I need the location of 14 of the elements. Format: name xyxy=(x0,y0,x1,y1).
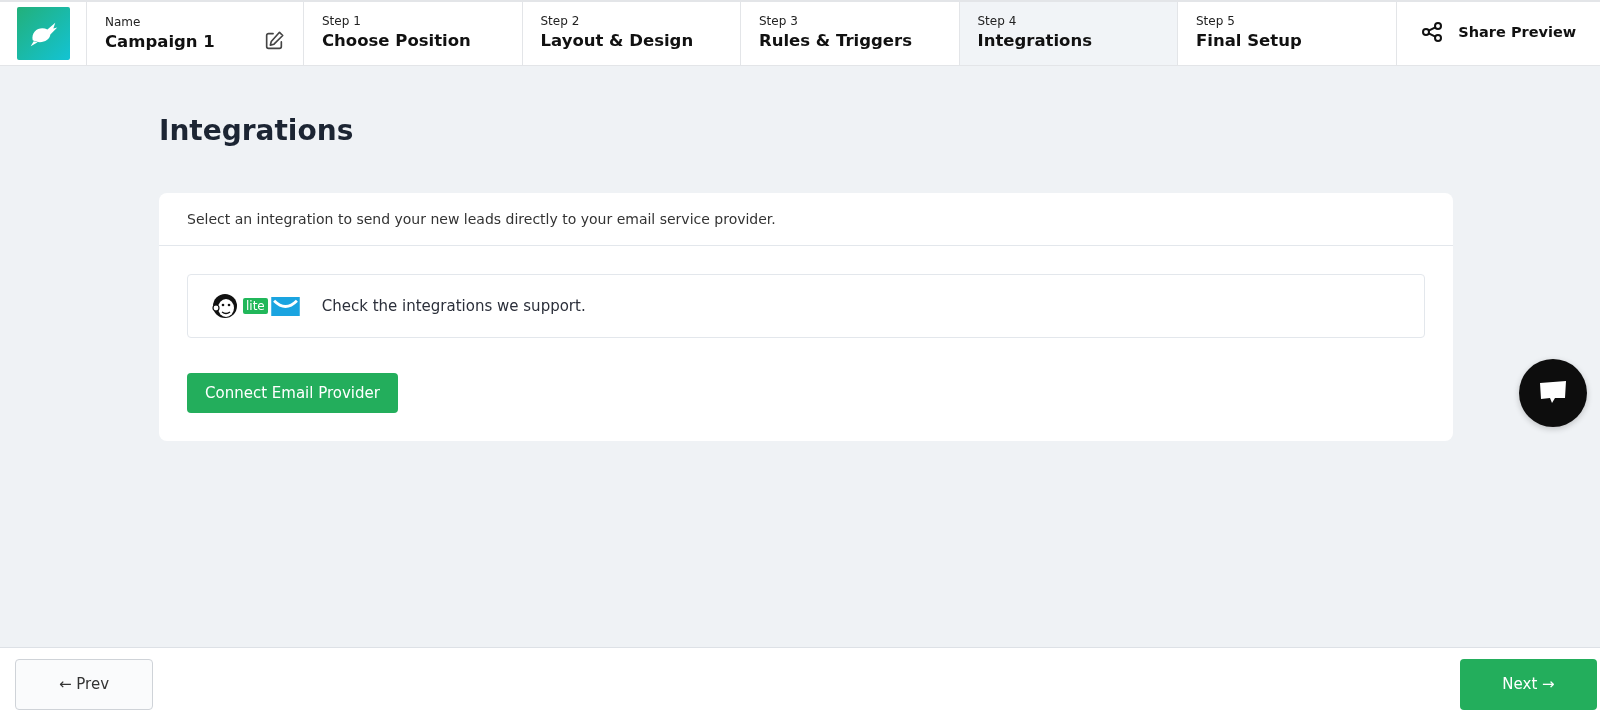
page-title: Integrations xyxy=(159,114,355,147)
chat-button[interactable] xyxy=(1519,359,1587,427)
prev-button[interactable]: ← Prev xyxy=(15,658,153,710)
step-tab[interactable]: Step 4 Integrations xyxy=(959,2,1178,65)
integrations-text: Check the integrations we support. xyxy=(321,297,586,315)
edit-icon[interactable] xyxy=(263,29,285,52)
share-icon xyxy=(1420,19,1445,44)
lite-badge: lite xyxy=(243,298,268,314)
name-label: Name xyxy=(105,13,142,30)
monkey-logo-icon xyxy=(210,291,240,321)
card-description: Select an integration to send your new leads directly to your email service provider. xyxy=(187,211,777,227)
app-logo xyxy=(16,7,70,60)
envelope-smile-icon xyxy=(270,296,300,316)
campaign-name: Campaign 1 xyxy=(105,30,215,53)
